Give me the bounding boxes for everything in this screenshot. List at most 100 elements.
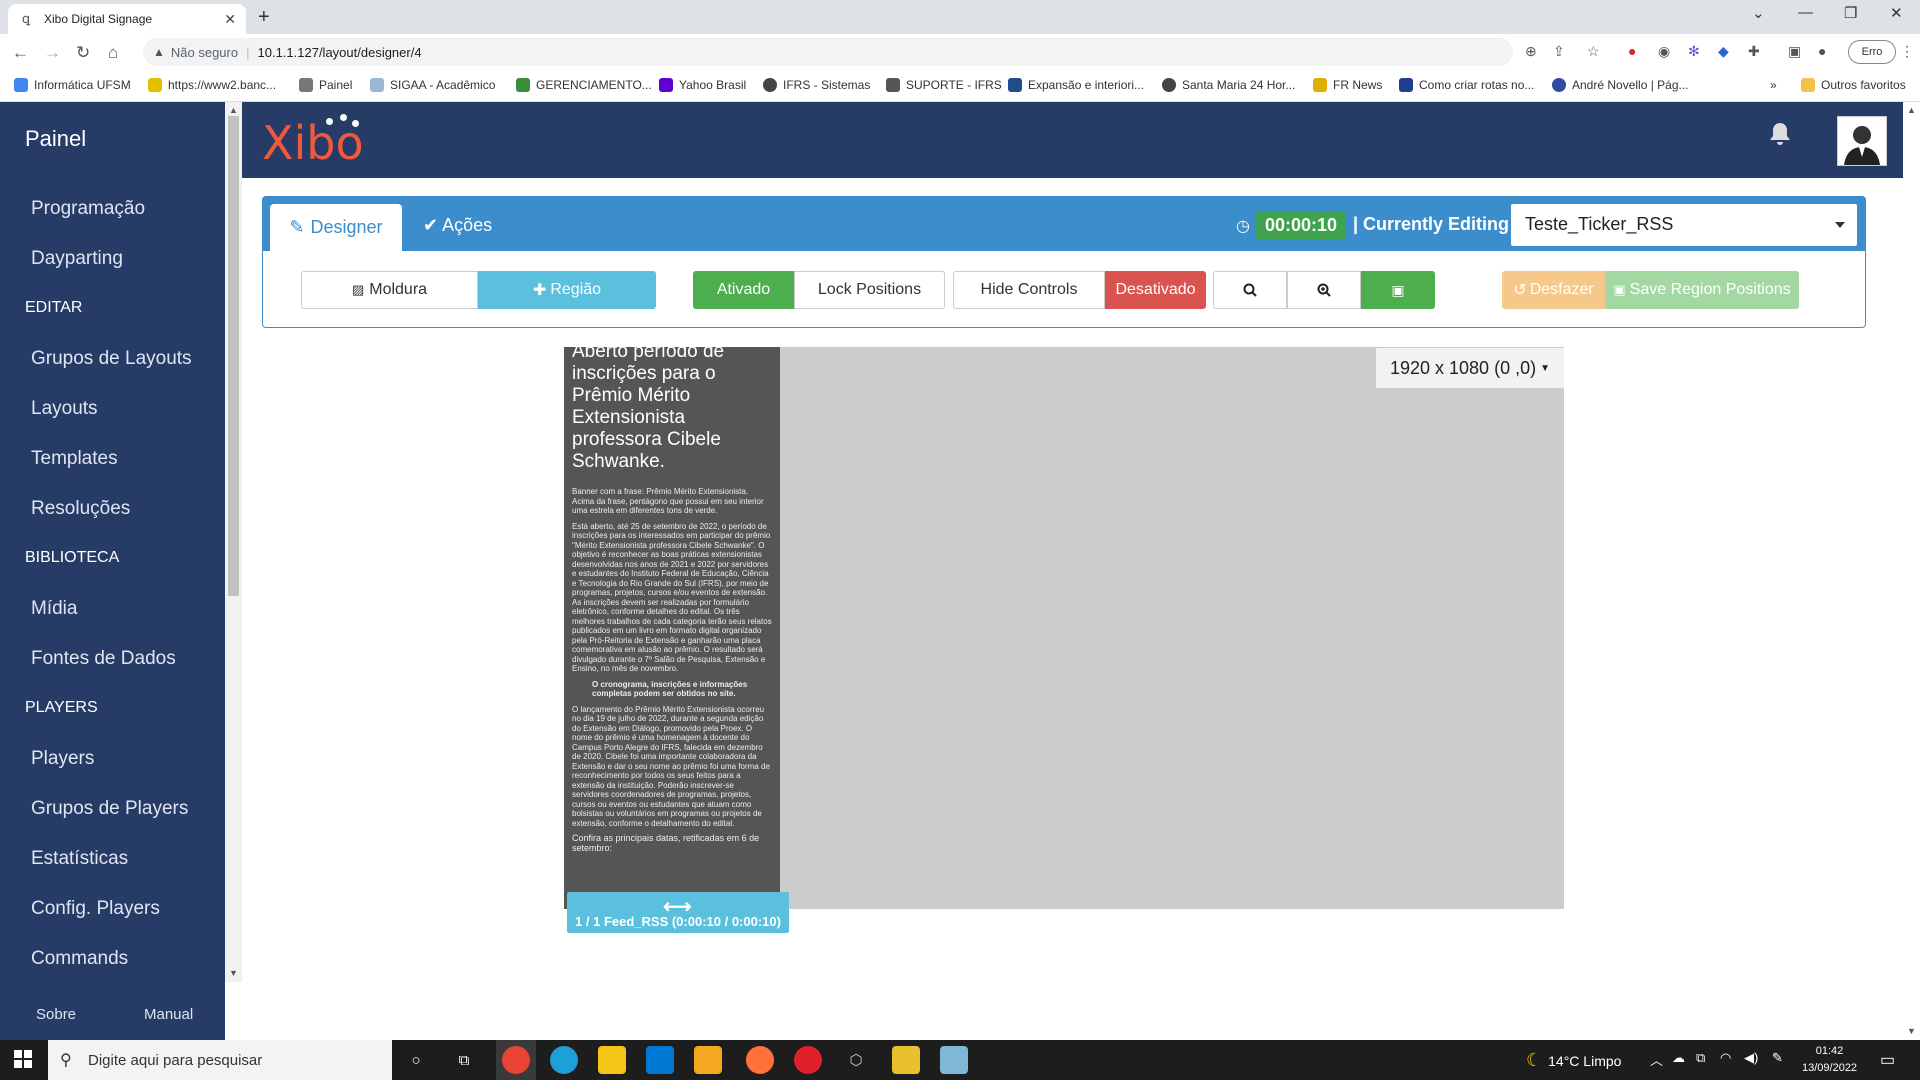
scroll-thumb[interactable] (228, 116, 239, 596)
hide-controls-button[interactable]: Hide Controls (953, 271, 1105, 309)
manual-link[interactable]: Manual (144, 1006, 193, 1023)
close-window-icon[interactable]: ✕ (1890, 4, 1903, 22)
profile-icon[interactable]: ● (1818, 43, 1826, 59)
tab-designer[interactable]: ✎ Designer (270, 204, 402, 251)
bookmark-item[interactable]: SUPORTE - IFRS (886, 78, 1002, 92)
tab-search-icon[interactable]: ⌄ (1752, 4, 1765, 22)
media-player-icon[interactable] (694, 1046, 722, 1074)
bookmark-item[interactable]: Painel (299, 78, 352, 92)
pen-icon[interactable]: ✎ (1772, 1050, 1783, 1066)
store-icon[interactable] (646, 1046, 674, 1074)
sidebar-title[interactable]: Painel (25, 126, 86, 152)
bookmark-item[interactable]: FR News (1313, 78, 1382, 92)
address-bar[interactable]: ▲ Não seguro | 10.1.1.127/layout/designe… (143, 38, 1513, 66)
bookmark-item[interactable]: GERENCIAMENTO... (516, 78, 652, 92)
notification-bell-icon[interactable] (1769, 122, 1791, 153)
share-icon[interactable]: ⇪ (1553, 43, 1565, 60)
sidebar-item-midia[interactable]: Mídia (31, 598, 77, 620)
scroll-up-icon[interactable]: ▲ (229, 105, 238, 115)
sidebar-scrollbar[interactable]: ▲ ▼ (225, 102, 242, 982)
bookmark-star-icon[interactable]: ☆ (1587, 43, 1600, 60)
shield-extension-icon[interactable]: ◆ (1718, 43, 1729, 60)
region-feed-rss[interactable]: Aberto período de inscrições para o Prêm… (564, 347, 780, 909)
zoom-icon[interactable]: ⊕ (1525, 43, 1537, 60)
bookmark-item[interactable]: Como criar rotas no... (1399, 78, 1534, 92)
moldura-button[interactable]: ▨ Moldura (301, 271, 478, 309)
back-icon[interactable]: ← (12, 43, 29, 63)
sidebar-item-players[interactable]: Players (31, 748, 94, 770)
taskbar-search-input[interactable]: ⚲ Digite aqui para pesquisar (48, 1040, 392, 1080)
hide-controls-desativado-button[interactable]: Desativado (1105, 271, 1206, 309)
sidebar-item-programacao[interactable]: Programação (31, 198, 145, 220)
virtualbox-icon[interactable]: ⬡ (842, 1046, 870, 1074)
zoom-in-button[interactable] (1287, 271, 1361, 309)
wifi-icon[interactable]: ◠ (1720, 1050, 1731, 1066)
save-region-positions-button[interactable]: ▣ Save Region Positions (1605, 271, 1799, 309)
resize-arrows-icon[interactable]: ⟷ (663, 894, 692, 919)
browser-tab[interactable]: ꝗ Xibo Digital Signage ✕ (8, 4, 246, 34)
scroll-up-icon[interactable]: ▲ (1907, 105, 1916, 115)
bookmark-item[interactable]: Expansão e interiori... (1008, 78, 1144, 92)
bookmark-item[interactable]: IFRS - Sistemas (763, 78, 870, 92)
bookmark-item[interactable]: SIGAA - Acadêmico (370, 78, 495, 92)
other-favorites[interactable]: Outros favoritos (1801, 78, 1906, 92)
edge-icon[interactable] (550, 1046, 578, 1074)
forward-icon[interactable]: → (44, 43, 61, 63)
close-tab-icon[interactable]: ✕ (224, 11, 236, 28)
windows-start-icon[interactable] (14, 1050, 32, 1073)
bookmarks-more-icon[interactable]: » (1770, 78, 1777, 92)
tray-expand-icon[interactable]: ︿ (1650, 1050, 1663, 1069)
onedrive-icon[interactable]: ☁ (1672, 1050, 1685, 1066)
layout-select[interactable]: Teste_Ticker_RSS (1511, 204, 1857, 246)
firefox-icon[interactable] (746, 1046, 774, 1074)
sidebar-item-estatisticas[interactable]: Estatísticas (31, 848, 128, 870)
bookmark-item[interactable]: Yahoo Brasil (659, 78, 746, 92)
new-tab-icon[interactable]: + (258, 6, 270, 29)
reload-icon[interactable]: ↻ (76, 43, 90, 63)
kebab-menu-icon[interactable]: ⋮ (1900, 43, 1914, 60)
scroll-down-icon[interactable]: ▼ (229, 968, 238, 978)
lock-ativado-button[interactable]: Ativado (693, 271, 794, 309)
minimize-icon[interactable]: — (1798, 4, 1813, 21)
opera-extension-icon[interactable]: ● (1628, 43, 1636, 59)
xibo-logo[interactable]: Xibo (262, 116, 364, 170)
sidebar-item-layouts[interactable]: Layouts (31, 398, 98, 420)
sidepanel-icon[interactable]: ▣ (1788, 43, 1801, 60)
undo-button[interactable]: ↺ Desfazer (1502, 271, 1605, 309)
sidebar-item-templates[interactable]: Templates (31, 448, 118, 470)
sobre-link[interactable]: Sobre (36, 1006, 76, 1023)
weather-widget[interactable]: ☾ 14°C Limpo (1526, 1050, 1621, 1071)
lock-positions-button[interactable]: Lock Positions (794, 271, 945, 309)
tray-app-icon[interactable]: ⧉ (1696, 1050, 1705, 1066)
save-button[interactable]: ▣ (1361, 271, 1435, 309)
file-explorer-icon[interactable] (598, 1046, 626, 1074)
add-region-button[interactable]: ✚ Região (478, 271, 656, 309)
region-timeline-label[interactable]: ⟷ 1 / 1 Feed_RSS (0:00:10 / 0:00:10) (567, 892, 789, 933)
tab-acoes[interactable]: ✔ Ações (423, 215, 492, 236)
incognito-extension-icon[interactable]: ◉ (1658, 43, 1670, 60)
page-scrollbar[interactable]: ▲ ▼ (1903, 102, 1920, 1040)
snowflake-extension-icon[interactable]: ✻ (1688, 43, 1700, 60)
opera-icon[interactable] (794, 1046, 822, 1074)
sidebar-item-resolucoes[interactable]: Resoluções (31, 498, 130, 520)
cortana-icon[interactable]: ○ (402, 1046, 430, 1074)
sticky-notes-icon[interactable] (892, 1046, 920, 1074)
user-avatar[interactable] (1837, 116, 1887, 166)
home-icon[interactable]: ⌂ (108, 43, 118, 63)
sidebar-item-grupos-players[interactable]: Grupos de Players (31, 798, 188, 820)
sidebar-item-commands[interactable]: Commands (31, 948, 128, 970)
volume-icon[interactable]: ◀) (1744, 1050, 1758, 1066)
scroll-down-icon[interactable]: ▼ (1907, 1026, 1916, 1036)
bookmark-item[interactable]: https://www2.banc... (148, 78, 276, 92)
sidebar-item-dayparting[interactable]: Dayparting (31, 248, 123, 270)
puzzle-extensions-icon[interactable]: ✚ (1748, 43, 1760, 60)
sidebar-item-fontes-dados[interactable]: Fontes de Dados (31, 648, 176, 670)
bookmark-item[interactable]: Santa Maria 24 Hor... (1162, 78, 1295, 92)
notes-app-icon[interactable] (940, 1046, 968, 1074)
restore-icon[interactable]: ❐ (1844, 4, 1857, 22)
sidebar-item-grupos-layouts[interactable]: Grupos de Layouts (31, 348, 192, 370)
error-pill[interactable]: Erro (1848, 40, 1896, 64)
bookmark-item[interactable]: Informática UFSM (14, 78, 131, 92)
sidebar-item-config-players[interactable]: Config. Players (31, 898, 160, 920)
zoom-out-button[interactable] (1213, 271, 1287, 309)
